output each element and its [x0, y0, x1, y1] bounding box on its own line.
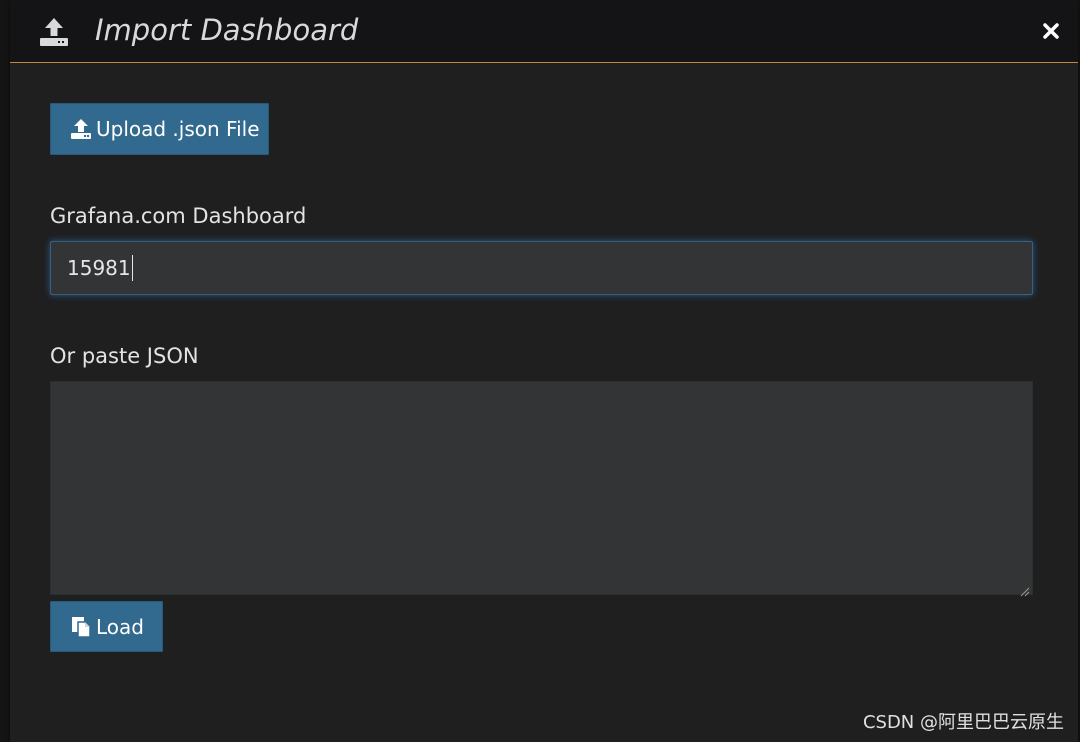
- paste-json-textarea[interactable]: [50, 381, 1033, 597]
- upload-icon: [38, 17, 70, 47]
- grafana-com-input-value: 15981: [67, 256, 131, 280]
- resize-grip-icon[interactable]: [1020, 582, 1030, 597]
- upload-button-label: Upload .json File: [96, 117, 260, 141]
- modal-title: Import Dashboard: [95, 13, 359, 47]
- import-dashboard-modal: Import Dashboard Upload .json File Grafa…: [10, 0, 1078, 742]
- paste-json-label: Or paste JSON: [50, 344, 199, 368]
- close-icon[interactable]: [1038, 18, 1064, 44]
- upload-json-button[interactable]: Upload .json File: [50, 103, 269, 155]
- text-caret: [131, 255, 133, 281]
- watermark-text: CSDN @阿里巴巴云原生: [862, 712, 1064, 733]
- upload-icon: [70, 118, 92, 140]
- copy-file-icon: [70, 616, 92, 638]
- grafana-com-dashboard-input[interactable]: 15981: [50, 241, 1033, 295]
- grafana-com-label: Grafana.com Dashboard: [50, 204, 307, 228]
- load-button-label: Load: [96, 614, 144, 639]
- load-button[interactable]: Load: [50, 601, 163, 652]
- modal-header: Import Dashboard: [10, 0, 1078, 63]
